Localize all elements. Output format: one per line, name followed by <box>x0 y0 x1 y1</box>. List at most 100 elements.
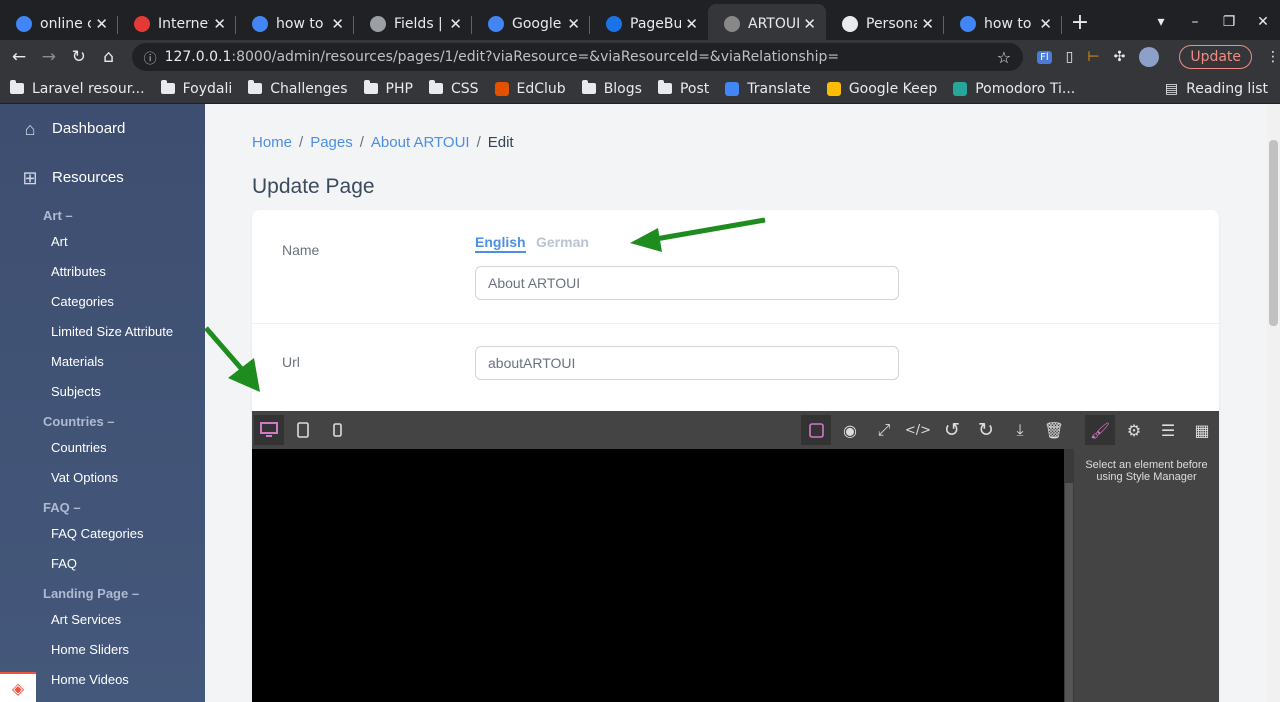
close-window-icon[interactable]: ✕ <box>1246 14 1280 30</box>
trash-icon[interactable]: 🗑 <box>1039 415 1069 445</box>
sidebar-group-header[interactable]: FAQ – <box>0 497 205 519</box>
browser-tab[interactable]: Google Tr✕ <box>472 4 590 44</box>
browser-tab[interactable]: Personal✕ <box>826 4 944 44</box>
puzzle-icon[interactable]: ✣ <box>1114 49 1126 65</box>
download-icon[interactable]: ⤓ <box>1005 415 1035 445</box>
tablet-device-button[interactable] <box>288 415 318 445</box>
sidebar-item[interactable]: Categories <box>0 287 205 317</box>
reading-list[interactable]: ▤ Reading list <box>1165 81 1268 97</box>
bookmark-item[interactable]: Laravel resour... <box>10 80 145 97</box>
sidebar-item[interactable]: Art Services <box>0 605 205 635</box>
redo-icon[interactable]: ↻ <box>971 415 1001 445</box>
bookmark-item[interactable]: Challenges <box>248 80 348 97</box>
sidebar-item[interactable]: FAQ Categories <box>0 519 205 549</box>
maximize-icon[interactable]: ❐ <box>1212 14 1246 30</box>
browser-tab[interactable]: how to cc✕ <box>236 4 354 44</box>
sidebar-item[interactable]: Art <box>0 227 205 257</box>
url-host: 127.0.0.1 <box>164 49 232 65</box>
preview-eye-icon[interactable]: ◉ <box>835 415 865 445</box>
mobile-device-button[interactable] <box>322 415 352 445</box>
tab-search-icon[interactable]: ▾ <box>1144 14 1178 30</box>
bookmark-item[interactable]: EdClub <box>494 81 566 97</box>
home-icon[interactable]: ⌂ <box>94 47 124 67</box>
url-input[interactable]: aboutARTOUI <box>475 346 899 380</box>
sidebar-item-resources[interactable]: ⊞ Resources <box>0 153 205 202</box>
new-tab-icon[interactable]: + <box>1062 4 1098 44</box>
sidebar-item[interactable]: FAQ <box>0 549 205 579</box>
bookmark-label: CSS <box>450 80 479 97</box>
bookmark-item[interactable]: Blogs <box>581 80 642 97</box>
bookmark-item[interactable]: Foydali <box>160 80 233 97</box>
sidebar-group-header[interactable]: Art – <box>0 205 205 227</box>
browser-tab[interactable]: Internet S✕ <box>118 4 236 44</box>
sw-visibility-button[interactable] <box>801 415 831 445</box>
avatar[interactable] <box>1139 47 1160 67</box>
fullscreen-icon[interactable]: ⤢ <box>869 415 899 445</box>
back-icon[interactable]: ← <box>4 47 34 67</box>
bookmark-favicon-icon <box>494 81 509 96</box>
bookmark-item[interactable]: Post <box>657 80 709 97</box>
browser-tab-title: PageBuil <box>630 16 682 32</box>
bookmark-item[interactable]: Pomodoro Ti... <box>953 81 1075 97</box>
close-tab-icon[interactable]: ✕ <box>567 15 580 33</box>
tab-english[interactable]: English <box>475 234 526 253</box>
minimize-icon[interactable]: – <box>1178 14 1212 30</box>
close-tab-icon[interactable]: ✕ <box>449 15 462 33</box>
sidebar-item[interactable]: Vat Options <box>0 463 205 493</box>
sidebar-item[interactable]: Materials <box>0 347 205 377</box>
sidebar-item-dashboard[interactable]: ⌂ Dashboard <box>0 104 205 153</box>
layer-manager-icon[interactable]: ☰ <box>1153 415 1183 445</box>
browser-tab[interactable]: Fields | La✕ <box>354 4 472 44</box>
phone-icon[interactable]: ▯ <box>1066 49 1074 65</box>
bookmark-item[interactable]: Google Keep <box>826 81 937 97</box>
page-builder-editor[interactable]: ◉ ⤢ </> ↺ ↻ ⤓ 🗑 🖌 ⚙ ☰ ▦ Select an elemen… <box>252 411 1219 702</box>
sidebar-group-header[interactable]: Countries – <box>0 411 205 433</box>
browser-tab[interactable]: PageBuil✕ <box>590 4 708 44</box>
close-tab-icon[interactable]: ✕ <box>331 15 344 33</box>
sidebar-item[interactable]: Attributes <box>0 257 205 287</box>
bookmark-item[interactable]: PHP <box>363 80 413 97</box>
sidebar-item[interactable]: Countries <box>0 433 205 463</box>
close-tab-icon[interactable]: ✕ <box>95 15 108 33</box>
address-bar[interactable]: ⓘ 127.0.0.1:8000/admin/resources/pages/1… <box>131 43 1024 71</box>
sidebar-group-header[interactable]: Landing Page – <box>0 583 205 605</box>
extension-icon[interactable]: Fl <box>1037 50 1052 64</box>
undo-icon[interactable]: ↺ <box>937 415 967 445</box>
breadcrumb-pages[interactable]: Pages <box>310 134 353 151</box>
close-tab-icon[interactable]: ✕ <box>921 15 934 33</box>
settings-gear-icon[interactable]: ⚙ <box>1119 415 1149 445</box>
desktop-device-button[interactable] <box>254 415 284 445</box>
tab-german[interactable]: German <box>536 234 589 250</box>
blocks-grid-icon[interactable]: ▦ <box>1187 415 1217 445</box>
extension-icon[interactable]: ⊢ <box>1087 49 1099 65</box>
bookmark-item[interactable]: Translate <box>725 81 811 97</box>
close-tab-icon[interactable]: ✕ <box>213 15 226 33</box>
page-scrollbar[interactable] <box>1267 104 1280 702</box>
update-button[interactable]: Update <box>1179 45 1253 69</box>
breadcrumb-item[interactable]: About ARTOUI <box>371 134 470 151</box>
forward-icon[interactable]: → <box>34 47 64 67</box>
sidebar-item[interactable]: Subjects <box>0 377 205 407</box>
breadcrumb-home[interactable]: Home <box>252 134 292 151</box>
close-tab-icon[interactable]: ✕ <box>685 15 698 33</box>
browser-tab[interactable]: how to m✕ <box>944 4 1062 44</box>
sidebar-item[interactable]: Limited Size Attribute <box>0 317 205 347</box>
style-manager-brush-icon[interactable]: 🖌 <box>1085 415 1115 445</box>
name-input[interactable]: About ARTOUI <box>475 266 899 300</box>
close-tab-icon[interactable]: ✕ <box>803 15 816 33</box>
github-icon <box>842 16 858 32</box>
close-tab-icon[interactable]: ✕ <box>1039 15 1052 33</box>
reload-icon[interactable]: ↻ <box>64 47 94 67</box>
browser-tab[interactable]: ARTOUI ✕ <box>708 4 826 44</box>
main-content: Home / Pages / About ARTOUI / Edit Update Page… <box>205 104 1267 702</box>
canvas-scrollbar[interactable] <box>1064 449 1074 702</box>
bookmark-item[interactable]: CSS <box>428 80 479 97</box>
code-icon[interactable]: </> <box>903 415 933 445</box>
menu-icon[interactable]: ⋮ <box>1266 49 1280 65</box>
bookmark-label: Foydali <box>182 80 233 97</box>
breadcrumb-separator: / <box>476 134 481 151</box>
bookmark-star-icon[interactable]: ☆ <box>997 48 1011 67</box>
sidebar-item[interactable]: Home Sliders <box>0 635 205 665</box>
site-info-icon[interactable]: ⓘ <box>144 48 157 67</box>
browser-tab[interactable]: online co✕ <box>0 4 118 44</box>
